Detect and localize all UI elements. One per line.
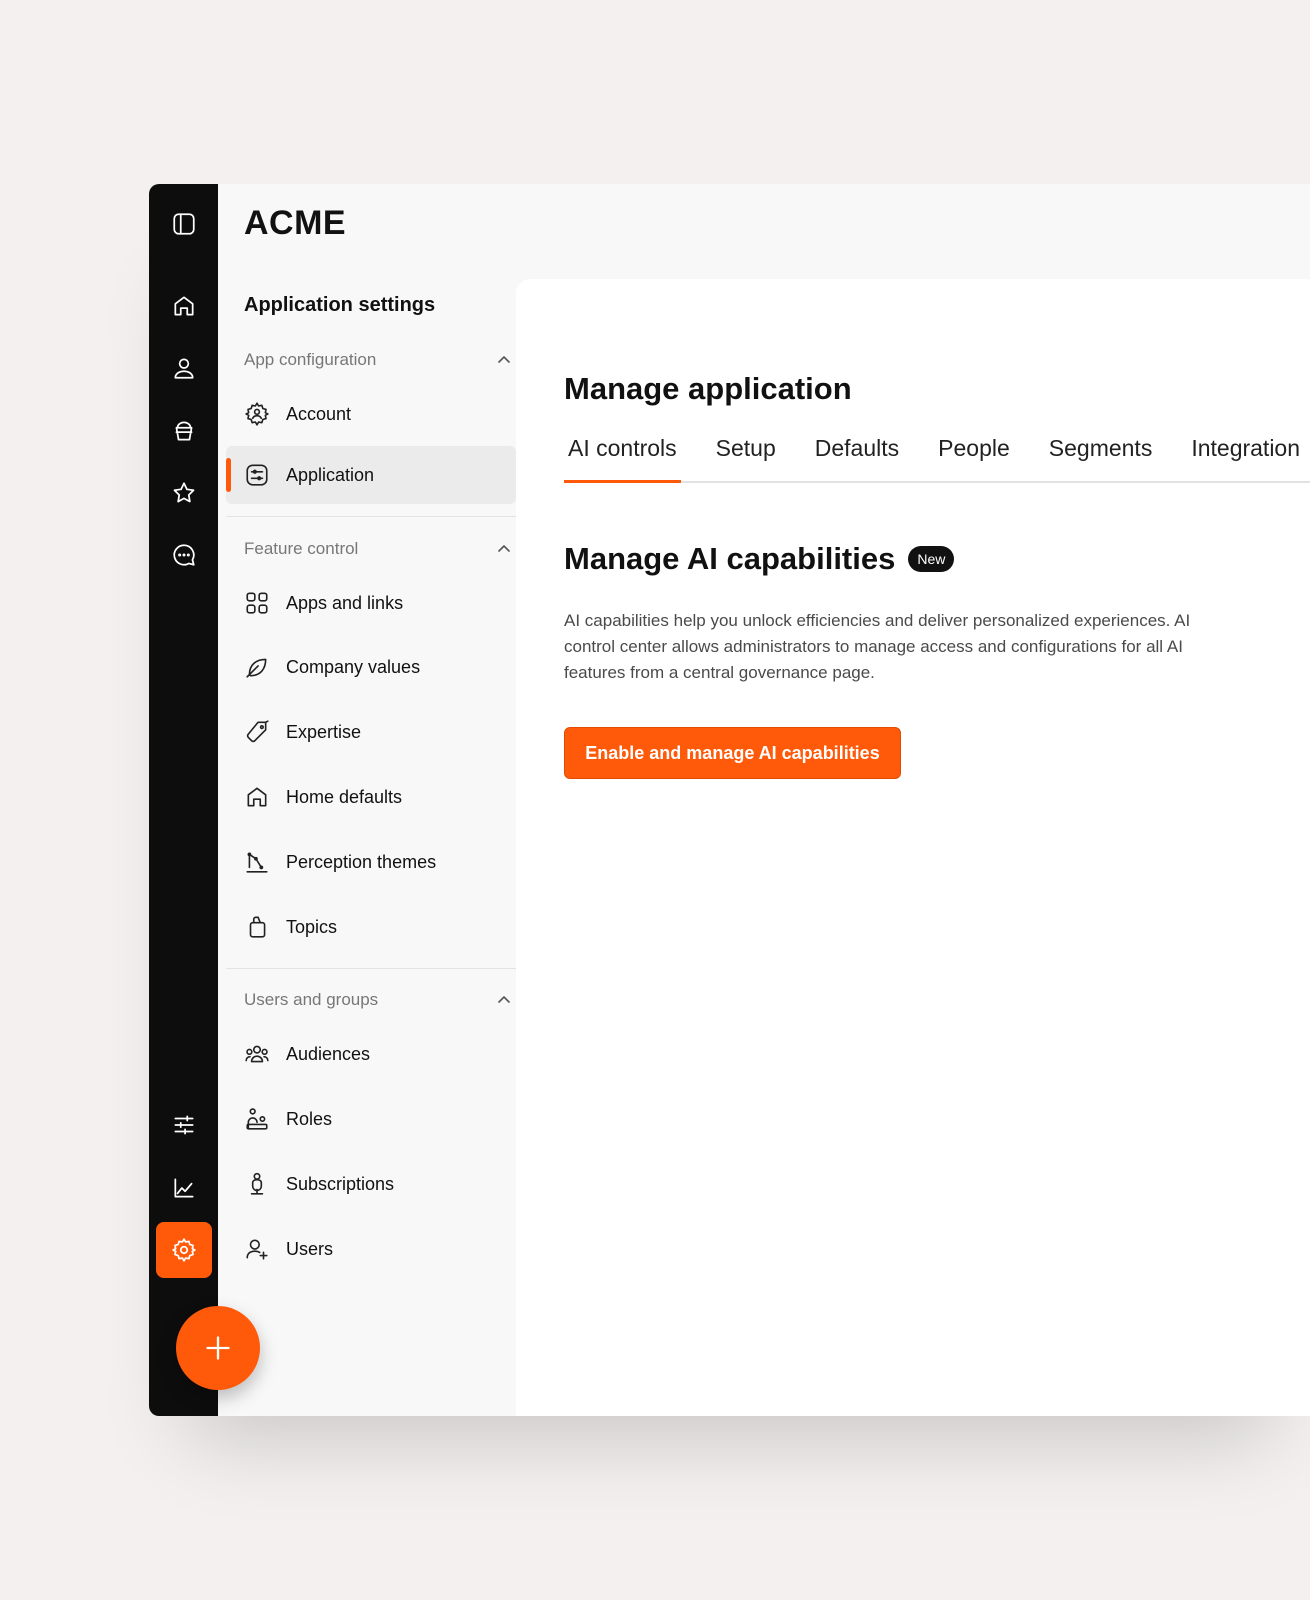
section-description: AI capabilities help you unlock efficien…: [564, 611, 1191, 682]
rail-rewards-button[interactable]: [156, 403, 212, 459]
user-add-icon: [246, 1239, 268, 1260]
nav-item-perception-themes[interactable]: Perception themes: [226, 833, 516, 891]
section-label: App configuration: [244, 350, 377, 369]
subscriptions-icon: [250, 1172, 264, 1195]
section-title: Manage AI capabilities: [564, 541, 896, 576]
person-icon: [174, 358, 194, 379]
chevron-up-icon: [498, 996, 510, 1003]
nav-item-roles[interactable]: Roles: [226, 1090, 516, 1148]
tag-icon: [246, 720, 269, 743]
home-icon: [174, 296, 194, 316]
tab-integration[interactable]: Integration: [1187, 429, 1304, 481]
nav-item-label: Application: [286, 464, 375, 485]
nav-item-label: Apps and links: [286, 592, 404, 613]
grid-icon: [246, 592, 268, 614]
nav-item-subscriptions[interactable]: Subscriptions: [226, 1155, 516, 1213]
application-icon: [246, 464, 268, 486]
nav-item-apps-and-links[interactable]: Apps and links: [226, 574, 516, 632]
nav-item-label: Perception themes: [286, 851, 437, 872]
home-icon: [247, 787, 267, 807]
audiences-icon: [245, 1045, 269, 1063]
page-background: ACME Application settings App configurat…: [0, 0, 1310, 1600]
nav-item-label: Expertise: [286, 721, 362, 742]
leaf-icon: [246, 658, 267, 678]
rail-analytics-button[interactable]: [156, 1160, 212, 1216]
divider: [226, 968, 516, 969]
line-chart-icon: [174, 1178, 194, 1198]
divider: [226, 516, 516, 517]
main-content: Manage application AI controls Setup Def…: [516, 279, 1310, 1416]
enable-ai-capabilities-button[interactable]: Enable and manage AI capabilities: [564, 727, 901, 779]
nav-item-topics[interactable]: Topics: [226, 898, 516, 956]
nav-item-label: Audiences: [286, 1043, 371, 1064]
topics-icon: [249, 916, 266, 938]
gear-user-icon: [245, 402, 269, 426]
tab-segments[interactable]: Segments: [1045, 429, 1157, 481]
section-app-configuration[interactable]: App configuration: [226, 345, 516, 375]
app-window: ACME Application settings App configurat…: [149, 184, 1310, 1416]
tab-ai-controls[interactable]: AI controls: [564, 429, 681, 483]
create-fab-button[interactable]: [176, 1306, 260, 1390]
tab-bar: AI controls Setup Defaults People Segmen…: [564, 429, 1310, 483]
nav-item-label: Subscriptions: [286, 1173, 395, 1194]
sidebar-toggle-icon: [173, 213, 195, 235]
rail-filters-button[interactable]: [156, 1097, 212, 1153]
rail-messages-button[interactable]: [156, 527, 212, 583]
nav-item-label: Account: [286, 403, 352, 424]
tab-defaults[interactable]: Defaults: [811, 429, 903, 481]
toggle-sidebar-button[interactable]: [156, 196, 212, 252]
plus-icon: [206, 1336, 230, 1360]
rail-home-button[interactable]: [156, 278, 212, 334]
section-header: Manage AI capabilities New: [564, 541, 955, 577]
tab-setup[interactable]: Setup: [712, 429, 780, 481]
chevron-up-icon: [498, 545, 510, 552]
nav-item-label: Users: [286, 1238, 334, 1259]
nav-item-label: Topics: [286, 916, 338, 937]
cup-icon: [175, 421, 193, 441]
nav-item-home-defaults[interactable]: Home defaults: [226, 768, 516, 826]
section-label: Feature control: [244, 539, 359, 558]
nav-item-expertise[interactable]: Expertise: [226, 703, 516, 761]
rail-settings-button[interactable]: [156, 1222, 212, 1278]
nav-item-account[interactable]: Account: [226, 385, 516, 443]
nav-item-users[interactable]: Users: [226, 1220, 516, 1278]
gear-icon: [172, 1238, 196, 1262]
page-title: Manage application: [564, 371, 852, 406]
nav-item-audiences[interactable]: Audiences: [226, 1025, 516, 1083]
roles-icon: [246, 1108, 268, 1130]
rail-profile-button[interactable]: [156, 340, 212, 396]
nav-item-label: Company values: [286, 656, 421, 677]
rail-favorites-button[interactable]: [156, 465, 212, 521]
star-icon: [173, 482, 195, 503]
sliders-icon: [174, 1115, 194, 1135]
section-users-and-groups[interactable]: Users and groups: [226, 985, 516, 1015]
nav-item-label: Home defaults: [286, 786, 403, 807]
chat-icon: [173, 544, 195, 566]
section-feature-control[interactable]: Feature control: [226, 534, 516, 564]
section-label: Users and groups: [244, 990, 379, 1009]
icon-rail: [149, 184, 218, 1416]
settings-nav: App configuration Account Application Fe…: [226, 184, 518, 1416]
new-badge: New: [908, 546, 955, 572]
nav-item-company-values[interactable]: Company values: [226, 638, 516, 696]
tab-people[interactable]: People: [934, 429, 1014, 481]
nav-item-application[interactable]: Application: [226, 446, 516, 504]
chevron-up-icon: [498, 356, 510, 363]
chart-theme-icon: [246, 852, 268, 873]
nav-item-label: Roles: [286, 1108, 333, 1129]
